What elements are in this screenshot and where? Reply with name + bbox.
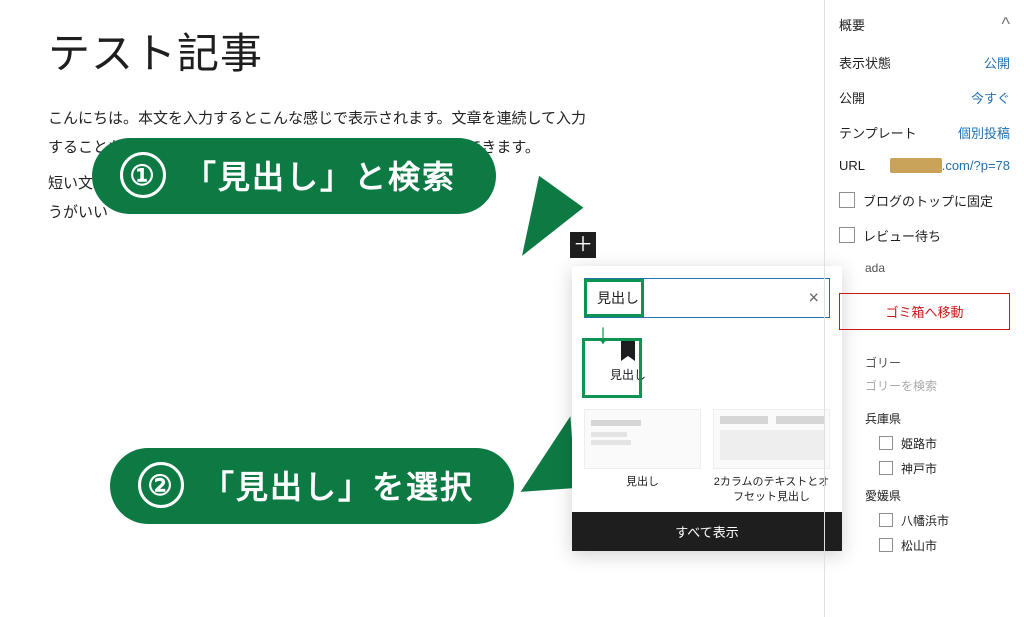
visibility-label: 表示状態 — [839, 53, 891, 72]
summary-panel-toggle[interactable]: 概要 ^ — [825, 0, 1024, 45]
checkbox-icon — [879, 461, 893, 475]
annotation-step-text: 「見出し」を選択 — [202, 462, 474, 508]
block-search-input[interactable] — [595, 289, 795, 307]
redacted-url-part: xxxxxxxx — [890, 158, 942, 173]
author-value[interactable]: ada — [825, 253, 1024, 283]
checkbox-icon — [839, 192, 855, 208]
category-group-label: 愛媛県 — [825, 481, 1024, 508]
category-checkbox-row[interactable]: 姫路市 — [825, 431, 1024, 456]
visibility-value[interactable]: 公開 — [984, 53, 1010, 72]
pattern-thumbnail — [713, 409, 830, 469]
category-panel-title: ゴリー — [825, 340, 1024, 377]
block-inserter-popover: × 見出し 見出し 2カラムのテキストとオフセット見出し すべて表示 — [572, 266, 842, 551]
category-label: 神戸市 — [901, 460, 937, 477]
category-search-input[interactable]: ゴリーを検索 — [825, 377, 1024, 404]
paragraph-text: こんにちは。本文を入力するとこんな感じで表示されます。文章を連続して入力 — [48, 110, 586, 127]
url-label: URL — [839, 158, 865, 175]
pattern-option[interactable]: 2カラムのテキストとオフセット見出し — [713, 409, 830, 506]
pending-review-checkbox-row[interactable]: レビュー待ち — [825, 218, 1024, 253]
pattern-caption: 2カラムのテキストとオフセット見出し — [713, 475, 830, 506]
summary-title: 概要 — [839, 15, 865, 34]
checkbox-icon — [839, 227, 855, 243]
category-checkbox-row[interactable]: 松山市 — [825, 533, 1024, 558]
sticky-checkbox-row[interactable]: ブログのトップに固定 — [825, 183, 1024, 218]
pattern-option[interactable]: 見出し — [584, 409, 701, 506]
annotation-pointer-2 — [516, 416, 576, 492]
publish-label: 公開 — [839, 88, 865, 107]
annotation-callout-1: ① 「見出し」と検索 — [92, 138, 496, 214]
category-label: 姫路市 — [901, 435, 937, 452]
pattern-caption: 見出し — [584, 475, 701, 490]
annotation-callout-2: ② 「見出し」を選択 — [110, 448, 514, 524]
bookmark-icon — [584, 336, 672, 366]
template-value[interactable]: 個別投稿 — [958, 123, 1010, 142]
category-group-label: 兵庫県 — [825, 404, 1024, 431]
sticky-label: ブログのトップに固定 — [863, 191, 993, 210]
checkbox-icon — [879, 538, 893, 552]
visibility-row: 表示状態 公開 — [825, 45, 1024, 80]
annotation-step-number: ① — [120, 152, 166, 198]
category-checkbox-row[interactable]: 八幡浜市 — [825, 508, 1024, 533]
category-label: 八幡浜市 — [901, 512, 949, 529]
publish-value[interactable]: 今すぐ — [971, 88, 1010, 107]
show-all-button[interactable]: すべて表示 — [572, 512, 842, 551]
pending-review-label: レビュー待ち — [863, 226, 941, 245]
template-row: テンプレート 個別投稿 — [825, 115, 1024, 150]
template-label: テンプレート — [839, 123, 917, 142]
annotation-step-number: ② — [138, 462, 184, 508]
pattern-thumbnail — [584, 409, 701, 469]
publish-row: 公開 今すぐ — [825, 80, 1024, 115]
url-suffix: .com/?p=78 — [942, 158, 1010, 173]
move-to-trash-button[interactable]: ゴミ箱へ移動 — [839, 293, 1010, 330]
checkbox-icon — [879, 436, 893, 450]
checkbox-icon — [879, 513, 893, 527]
annotation-step-text: 「見出し」と検索 — [184, 152, 456, 198]
clear-search-button[interactable]: × — [804, 284, 823, 313]
block-search-field[interactable]: × — [584, 278, 830, 318]
block-result-heading[interactable]: 見出し — [584, 336, 672, 387]
category-checkbox-row[interactable]: 神戸市 — [825, 456, 1024, 481]
category-label: 松山市 — [901, 537, 937, 554]
post-title[interactable]: テスト記事 — [48, 20, 820, 81]
paragraph-text: うがいい — [48, 204, 108, 221]
chevron-up-icon: ^ — [1002, 14, 1010, 35]
settings-sidebar: 概要 ^ 表示状態 公開 公開 今すぐ テンプレート 個別投稿 URL xxxx… — [824, 0, 1024, 617]
url-value[interactable]: xxxxxxxx.com/?p=78 — [890, 158, 1010, 175]
url-row: URL xxxxxxxx.com/?p=78 — [825, 150, 1024, 183]
block-result-label: 見出し — [584, 366, 672, 387]
